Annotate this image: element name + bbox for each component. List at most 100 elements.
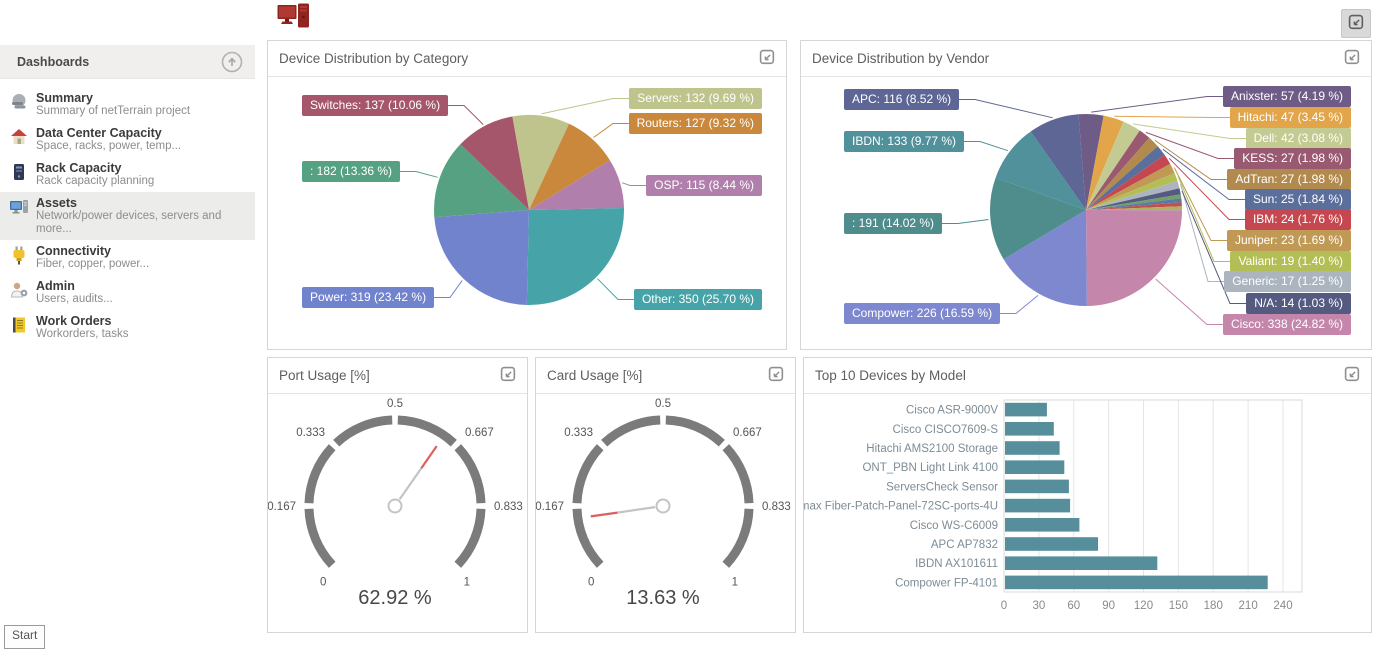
pie-callout-osp: OSP: 115 (8.44 %) [646, 175, 762, 196]
bar-x-tick-label: 150 [1169, 600, 1188, 612]
panel-top10: Top 10 Devices by Model 0306090120150180… [803, 357, 1372, 633]
pie-callout-sun: Sun: 25 (1.84 %) [1245, 189, 1351, 210]
gauge-arc-segment [398, 420, 454, 443]
pie-callout-anixster: Anixster: 57 (4.19 %) [1223, 86, 1351, 107]
bar-cisco-ws-c6009[interactable] [1005, 518, 1079, 532]
bar-ibdn-ax101611[interactable] [1005, 556, 1157, 570]
bar-apc-ap7832[interactable] [1005, 537, 1098, 551]
pie-leader-line [1156, 279, 1223, 325]
panel-title: Port Usage [%] [279, 368, 498, 383]
panel-export-button[interactable] [498, 366, 518, 386]
collapse-up-icon[interactable] [221, 51, 243, 73]
bar-x-tick-label: 90 [1102, 600, 1115, 612]
pie-callout-hitachi: Hitachi: 47 (3.45 %) [1230, 107, 1351, 128]
gauge-arc-segment [336, 420, 392, 443]
gauge-tick-label: 0.667 [733, 427, 762, 439]
pie-callout-compower: Compower: 226 (16.59 %) [844, 303, 1000, 324]
pie-callout-switches: Switches: 137 (10.06 %) [302, 95, 448, 116]
pie-leader-line [1091, 97, 1223, 113]
panel-export-button[interactable] [1342, 366, 1362, 386]
bar-cisco-cisco7609-s[interactable] [1005, 422, 1054, 436]
pie-leader-line [1114, 116, 1230, 117]
gauge-svg: 00.1670.3330.50.6670.833113.63 % [536, 394, 795, 633]
pie-callout-servers: Servers: 132 (9.69 %) [629, 88, 762, 109]
gauge-arc-segment [458, 447, 481, 503]
sidebar-item-summary[interactable]: SummarySummary of netTerrain project [0, 87, 255, 122]
gauge-arc-segment [604, 420, 660, 443]
bar-category-label: IBDN AX101611 [915, 558, 998, 570]
port-usage-gauge: 00.1670.3330.50.6670.833162.92 % [268, 394, 527, 633]
gauge-tick-label: 1 [732, 577, 738, 589]
panel-export-button[interactable] [757, 49, 777, 69]
gauge-needle [618, 507, 656, 512]
panel-port-usage: Port Usage [%] 00.1670.3330.50.6670.8331… [267, 357, 528, 633]
export-report-icon [1344, 371, 1361, 386]
gauge-tick-label: 0 [320, 577, 326, 589]
panel-category: Device Distribution by Category Servers:… [267, 40, 787, 350]
panel-export-button[interactable] [1342, 49, 1362, 69]
card-usage-gauge: 00.1670.3330.50.6670.833113.63 % [536, 394, 795, 633]
pie-leader-line [964, 142, 1008, 151]
bar-ont-pbn-light-link-4100[interactable] [1005, 460, 1064, 474]
sidebar-item-assets[interactable]: AssetsNetwork/power devices, servers and… [0, 192, 255, 240]
panel-title: Device Distribution by Vendor [812, 51, 1342, 66]
pie-callout-cisco: Cisco: 338 (24.82 %) [1223, 314, 1351, 335]
connectivity-icon [9, 245, 29, 265]
panel-export-button[interactable] [766, 366, 786, 386]
admin-icon [9, 280, 29, 300]
export-report-icon [500, 371, 517, 386]
gauge-needle [400, 468, 422, 499]
bar-systimax-fiber-patch-panel-72sc-ports-4u[interactable] [1005, 499, 1070, 513]
bar-category-label: APC AP7832 [931, 539, 998, 551]
panel-title: Card Usage [%] [547, 368, 766, 383]
sidebar-item-subtitle: Network/power devices, servers and more.… [36, 210, 249, 236]
panel-port-header: Port Usage [%] [268, 358, 527, 394]
export-report-icon [1344, 54, 1361, 69]
bar-category-label: ONT_PBN Light Link 4100 [862, 462, 998, 474]
pie-callout-juniper: Juniper: 23 (1.69 %) [1227, 230, 1351, 251]
sidebar-item-subtitle: Workorders, tasks [36, 328, 249, 341]
export-report-icon [768, 371, 785, 386]
sidebar-title: Dashboards [17, 55, 221, 69]
category-pie-chart: Servers: 132 (9.69 %) Routers: 127 (9.32 … [268, 77, 786, 350]
bar-category-label: ServersCheck Sensor [886, 481, 998, 493]
assets-icon [9, 197, 29, 217]
sidebar-item-rack-capacity[interactable]: Rack CapacityRack capacity planning [0, 157, 255, 192]
sidebar-item-work-orders[interactable]: Work OrdersWorkorders, tasks [0, 310, 255, 345]
bar-x-tick-label: 240 [1273, 600, 1292, 612]
start-button[interactable]: Start [4, 625, 45, 649]
panel-card-usage: Card Usage [%] 00.1670.3330.50.6670.8331… [535, 357, 796, 633]
export-dashboard-button[interactable] [1341, 9, 1371, 38]
gauge-arc-segment [309, 509, 332, 565]
panel-vendor: Device Distribution by Vendor Anixster: … [800, 40, 1372, 350]
gauge-tick-label: 0.833 [494, 501, 523, 513]
gauge-tick-label: 0.5 [655, 398, 671, 410]
gauge-arc-segment [309, 447, 332, 503]
assets-computer-icon [277, 3, 311, 31]
pie-callout-unlabeled: : 191 (14.02 %) [844, 213, 942, 234]
pie-slice-power[interactable] [434, 210, 529, 305]
gauge-hub [657, 500, 670, 513]
pie-callout-other: Other: 350 (25.70 %) [634, 289, 762, 310]
bar-hitachi-ams2100-storage[interactable] [1005, 441, 1060, 455]
gauge-needle [421, 446, 436, 468]
bar-svg: 0306090120150180210240Cisco ASR-9000VCis… [804, 394, 1371, 633]
sidebar-item-data-center-capacity[interactable]: Data Center CapacitySpace, racks, power,… [0, 122, 255, 157]
gauge-arc-segment [577, 509, 600, 565]
bar-compower-fp-4101[interactable] [1005, 576, 1268, 590]
sidebar-item-connectivity[interactable]: ConnectivityFiber, copper, power... [0, 240, 255, 275]
sidebar-item-admin[interactable]: AdminUsers, audits... [0, 275, 255, 310]
gauge-svg: 00.1670.3330.50.6670.833162.92 % [268, 394, 527, 633]
pie-slice-cisco[interactable] [1086, 210, 1182, 306]
bar-x-tick-label: 180 [1204, 600, 1223, 612]
pie-callout-generic: Generic: 17 (1.25 %) [1224, 271, 1351, 292]
bar-cisco-asr-9000v[interactable] [1005, 403, 1047, 417]
pie-callout-routers: Routers: 127 (9.32 %) [629, 113, 762, 134]
gauge-arc-segment [666, 420, 722, 443]
bar-x-tick-label: 30 [1032, 600, 1045, 612]
pie-callout-dell: Dell: 42 (3.08 %) [1246, 128, 1351, 149]
bar-serverscheck-sensor[interactable] [1005, 480, 1069, 494]
pie-leader-line [594, 124, 630, 138]
pie-callout-n-a: N/A: 14 (1.03 %) [1246, 293, 1351, 314]
pie-leader-line [400, 172, 438, 178]
